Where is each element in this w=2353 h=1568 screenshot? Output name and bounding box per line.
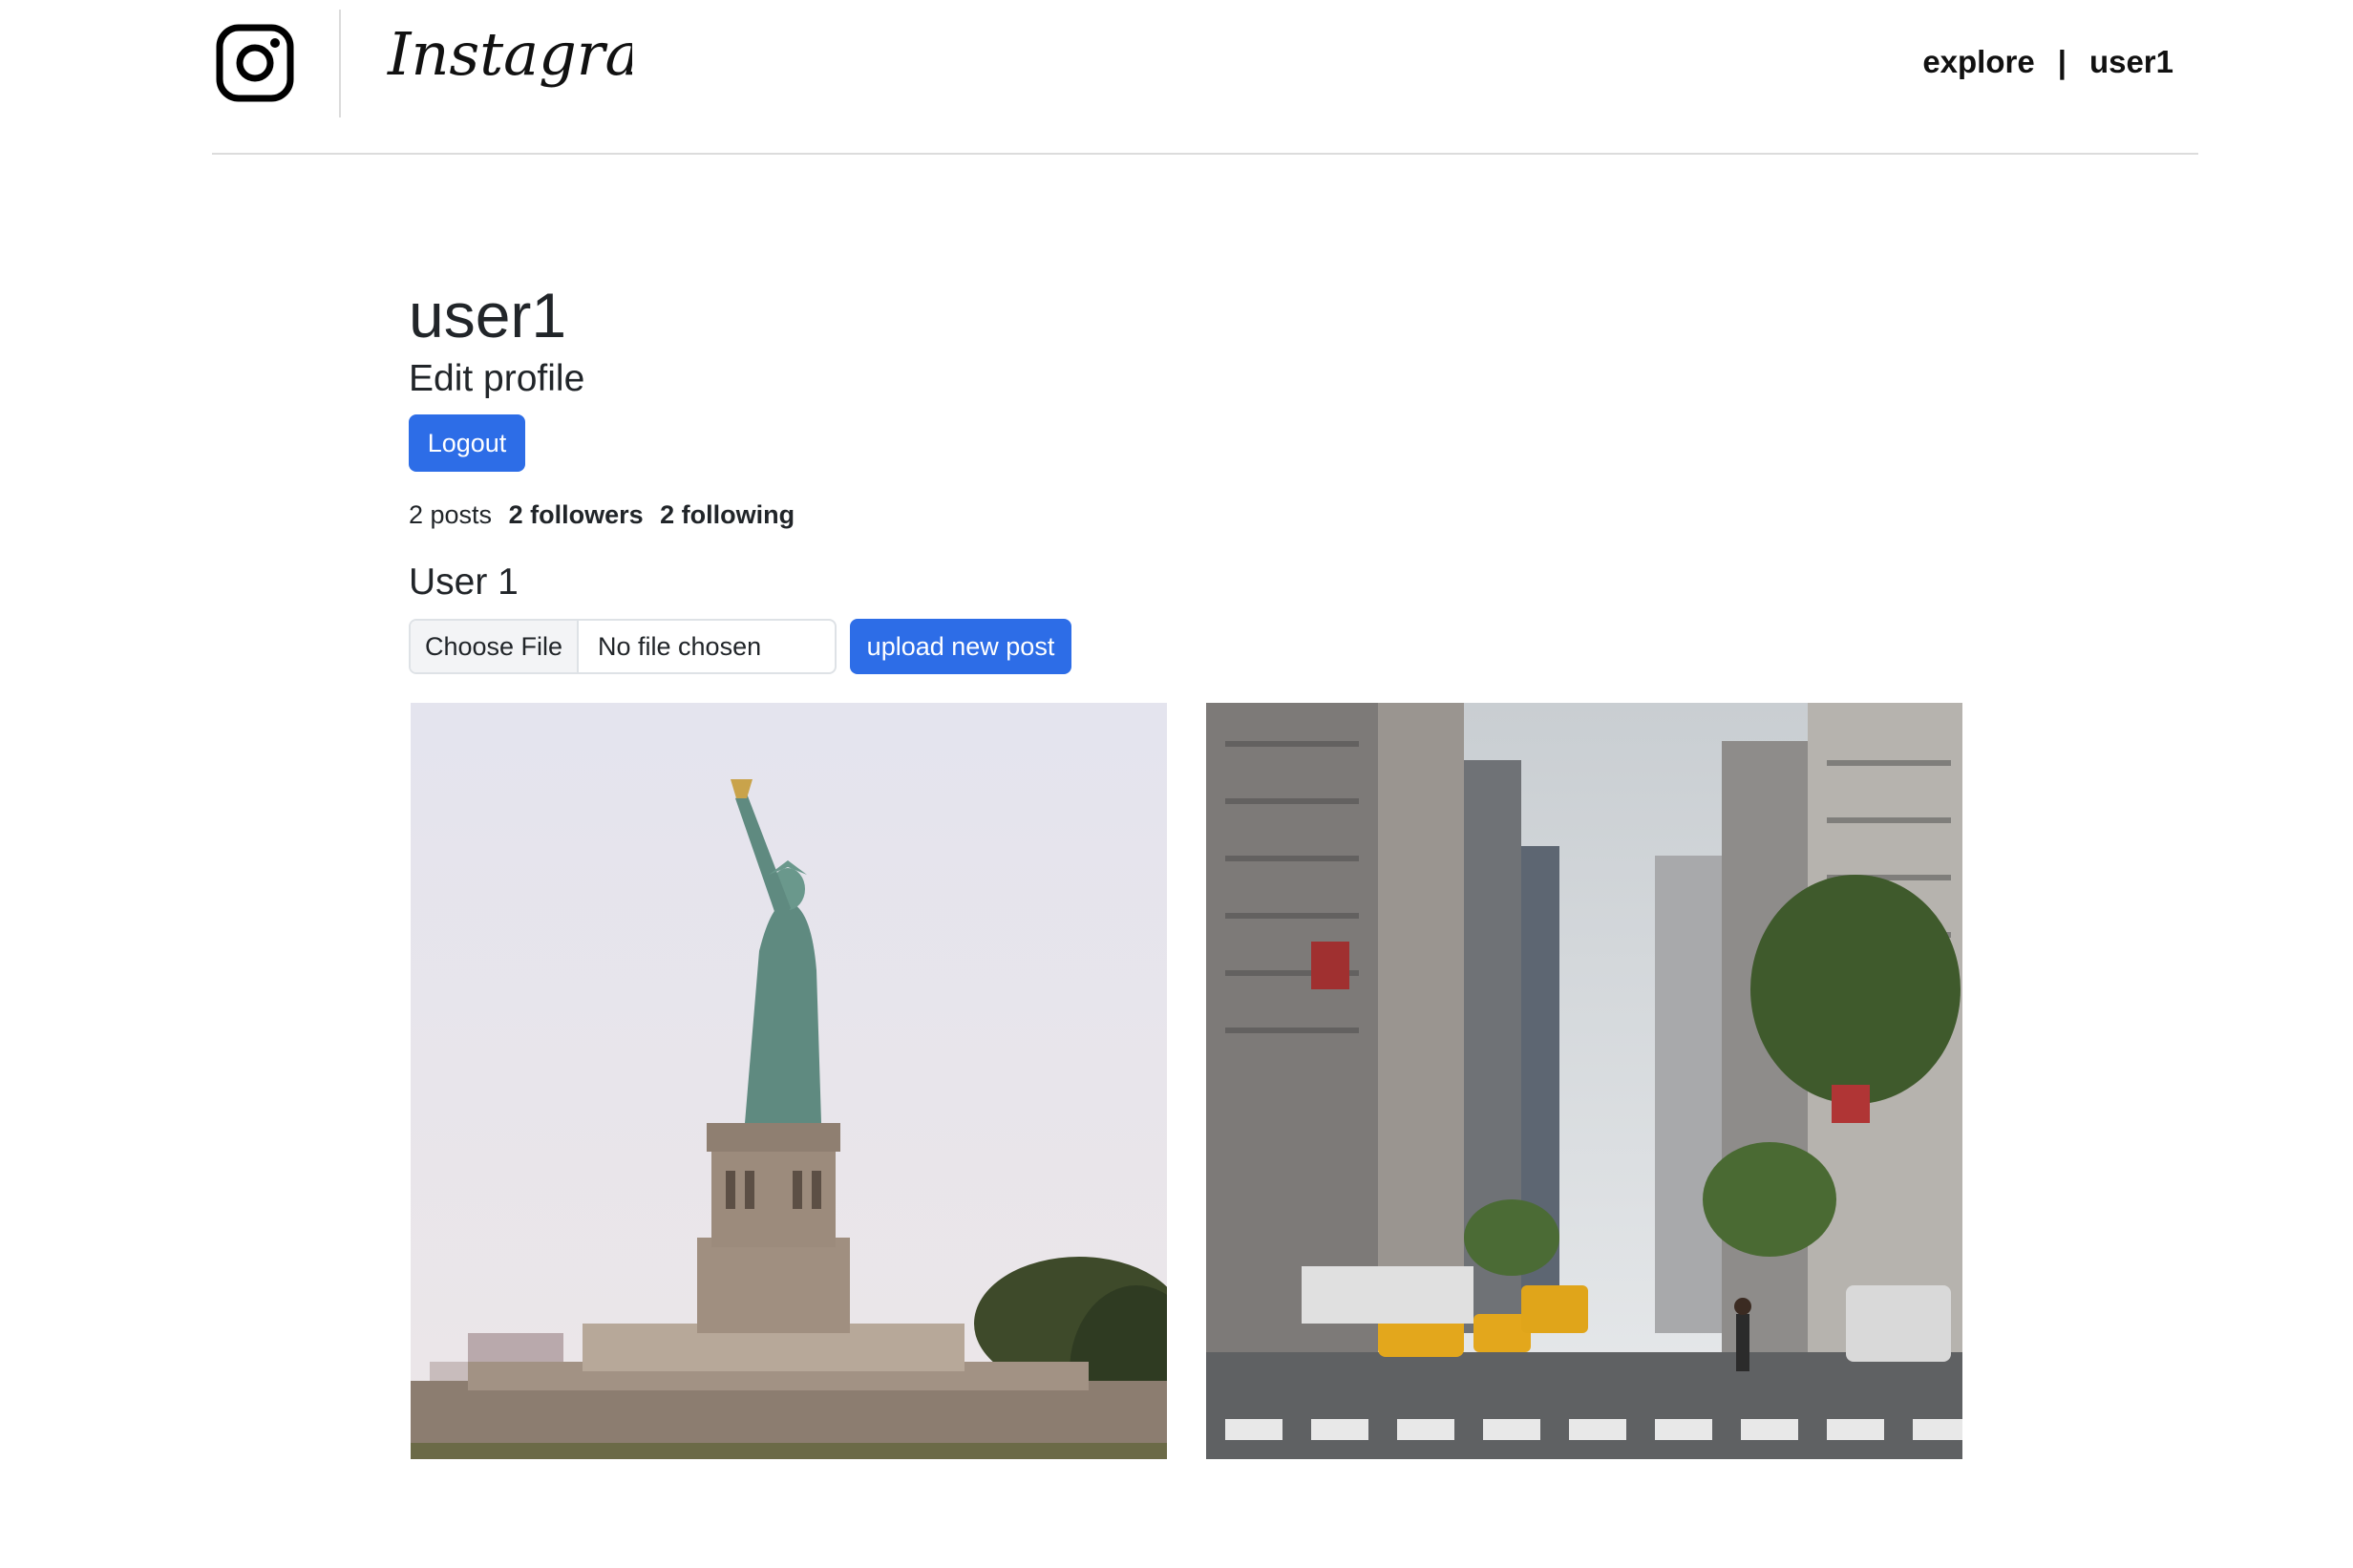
instagram-logo-icon[interactable] [216, 24, 294, 102]
followers-count[interactable]: 2 followers [509, 500, 644, 529]
nav-explore-link[interactable]: explore [1922, 44, 2034, 80]
file-input[interactable]: Choose File No file chosen [409, 619, 837, 674]
profile-username: user1 [409, 280, 567, 350]
nav-user-link[interactable]: user1 [2089, 44, 2173, 80]
profile-full-name: User 1 [409, 562, 519, 603]
upload-form: Choose File No file chosen upload new po… [409, 619, 1975, 674]
logout-button[interactable]: Logout [409, 414, 525, 472]
svg-text:Instagram: Instagram [387, 19, 632, 89]
upload-new-post-button[interactable]: upload new post [850, 619, 1071, 674]
choose-file-button[interactable]: Choose File [411, 621, 579, 672]
post-image-statue-of-liberty[interactable] [411, 703, 1167, 1459]
nav-links: explore | user1 [1922, 44, 2173, 80]
post-image-city-street[interactable] [1206, 703, 1962, 1459]
posts-count: 2 posts [409, 500, 493, 529]
profile-section: user1 Edit profile Logout 2 posts 2 foll… [409, 277, 1975, 674]
nav-separator: | [2057, 44, 2067, 79]
instagram-wordmark[interactable]: Instagram [384, 10, 632, 105]
edit-profile-link[interactable]: Edit profile [409, 355, 1975, 403]
file-status-text: No file chosen [598, 631, 762, 661]
following-count[interactable]: 2 following [660, 500, 795, 529]
logo-divider [339, 10, 341, 117]
top-navbar: Instagram explore | user1 [212, 0, 2198, 155]
profile-stats: 2 posts 2 followers 2 following [409, 498, 1975, 531]
